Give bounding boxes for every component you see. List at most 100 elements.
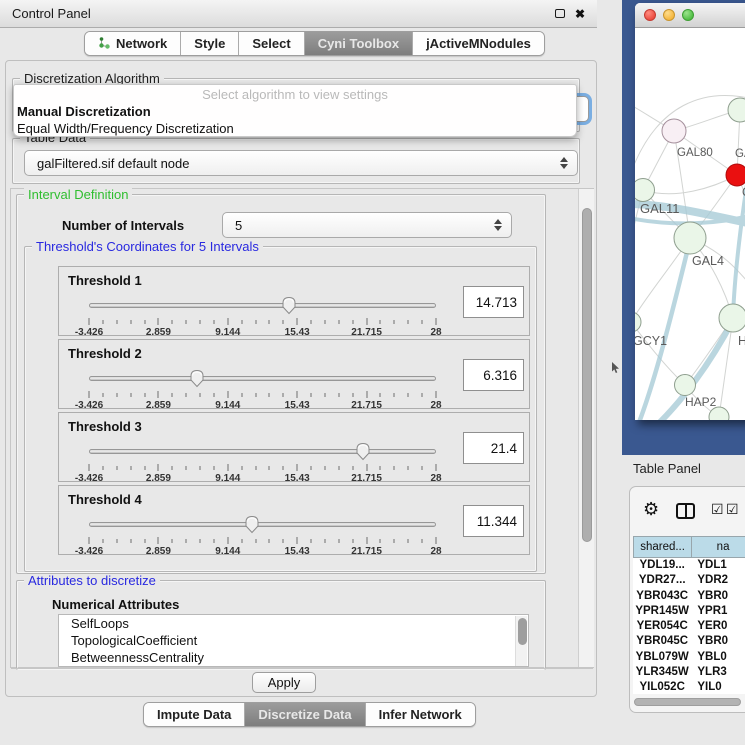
slider-track[interactable] <box>89 522 436 527</box>
table-row[interactable]: YBL079WYBL0 <box>633 650 745 665</box>
scale-label: 9.144 <box>215 473 240 484</box>
slider-ticks <box>89 391 436 399</box>
close-traffic-light-icon[interactable] <box>644 9 656 21</box>
slider-ticks <box>89 464 436 472</box>
thresholds-group-title: Threshold's Coordinates for 5 Intervals <box>32 240 263 254</box>
attribute-item-topologicalcoefficient[interactable]: TopologicalCoefficient <box>59 632 528 649</box>
number-of-intervals-label: Number of Intervals <box>62 218 184 233</box>
tab-style[interactable]: Style <box>181 32 239 55</box>
algorithm-dropdown-popup: Select algorithm to view settings Manual… <box>13 84 577 137</box>
tab-label: Impute Data <box>157 707 231 722</box>
node-selected-red <box>726 164 745 186</box>
dropdown-option-equal-width-frequency[interactable]: Equal Width/Frequency Discretization <box>14 120 576 137</box>
attribute-item-betweennesscentrality[interactable]: BetweennessCentrality <box>59 649 528 666</box>
column-header-name[interactable]: na <box>692 536 745 558</box>
scale-label: 9.144 <box>215 327 240 338</box>
table-row[interactable]: YIL052CYIL0 <box>633 680 745 694</box>
tab-label: Infer Network <box>379 707 462 722</box>
dropdown-option-manual-discretization[interactable]: Manual Discretization <box>14 103 576 120</box>
table-row[interactable]: YLR345WYLR3 <box>633 665 745 680</box>
scale-label: 9.144 <box>215 546 240 557</box>
slider-track[interactable] <box>89 376 436 381</box>
tab-discretize-data[interactable]: Discretize Data <box>245 703 365 726</box>
tab-network[interactable]: Network <box>85 32 181 55</box>
checkbox-icon-1[interactable]: ☑ <box>711 501 724 518</box>
gear-icon[interactable]: ⚙ <box>643 499 659 520</box>
table-row[interactable]: YDR27...YDR2 <box>633 573 745 588</box>
scale-label: 28 <box>430 473 441 484</box>
table-row[interactable]: YDL19...YDL1 <box>633 558 745 573</box>
slider-ticks <box>89 537 436 545</box>
number-of-intervals-combo[interactable]: 5 <box>222 212 512 238</box>
network-canvas[interactable]: GAL80 GA C GAL11 GAL4 GCY1 H HAP2 <box>635 28 745 420</box>
stepper-arrows-icon <box>494 219 502 231</box>
threshold-value-field[interactable]: 6.316 <box>463 359 524 391</box>
tab-impute-data[interactable]: Impute Data <box>144 703 245 726</box>
stepper-arrows-icon <box>560 157 568 169</box>
network-window: GAL80 GA C GAL11 GAL4 GCY1 H HAP2 <box>635 3 745 420</box>
scale-label: 21.715 <box>351 400 382 411</box>
scale-label: 21.715 <box>351 546 382 557</box>
cyni-mode-tabbar: Impute Data Discretize Data Infer Networ… <box>143 702 476 727</box>
checkbox-icon-2[interactable]: ☑ <box>726 501 739 518</box>
tab-select[interactable]: Select <box>239 32 304 55</box>
close-icon[interactable]: ✖ <box>575 8 585 20</box>
cell-shared-name: YPR145W <box>633 604 691 619</box>
numerical-attributes-list[interactable]: SelfLoopsTopologicalCoefficientBetweenne… <box>58 614 529 667</box>
threshold-label: Threshold 1 <box>68 273 142 288</box>
threshold-panel-2: Threshold 2 -3.4262.8599.14415.4321.7152… <box>58 339 530 409</box>
settings-scrollbar-thumb[interactable] <box>582 208 592 542</box>
table-panel-title: Table Panel <box>633 461 701 476</box>
scale-label: 21.715 <box>351 327 382 338</box>
threshold-label: Threshold 4 <box>68 492 142 507</box>
slider-track[interactable] <box>89 449 436 454</box>
threshold-value-field[interactable]: 11.344 <box>463 505 524 537</box>
slider-thumb[interactable] <box>282 296 297 315</box>
slider-thumb[interactable] <box>356 442 371 461</box>
interval-definition-group-title: Interval Definition <box>24 188 132 202</box>
node-hap2 <box>675 375 696 396</box>
cell-shared-name: YBR043C <box>633 589 691 604</box>
zoom-traffic-light-icon[interactable] <box>682 9 694 21</box>
tab-label: Cyni Toolbox <box>318 36 399 51</box>
threshold-value-field[interactable]: 21.4 <box>463 432 524 464</box>
tab-cyni-toolbox[interactable]: Cyni Toolbox <box>305 32 413 55</box>
column-header-shared-name[interactable]: shared... <box>633 536 692 558</box>
scale-label: 28 <box>430 546 441 557</box>
label-gcy1: GCY1 <box>635 334 667 348</box>
slider-scale-labels: -3.4262.8599.14415.4321.71528 <box>89 400 436 410</box>
tab-label: Discretize Data <box>258 707 351 722</box>
columns-icon[interactable] <box>676 503 695 519</box>
scale-label: 2.859 <box>146 546 171 557</box>
slider-thumb[interactable] <box>245 515 260 534</box>
mouse-cursor-icon <box>611 362 620 374</box>
settings-scrollbar[interactable] <box>578 189 594 667</box>
table-row[interactable]: YPR145WYPR1 <box>633 604 745 619</box>
node-gcy1 <box>635 312 641 332</box>
table-row[interactable]: YBR043CYBR0 <box>633 589 745 604</box>
attributes-list-scrollbar[interactable] <box>515 616 527 667</box>
cell-shared-name: YER054C <box>633 619 691 634</box>
threshold-value-field[interactable]: 14.713 <box>463 286 524 318</box>
label-partial-right-top: GA <box>735 148 745 160</box>
scale-label: 28 <box>430 327 441 338</box>
apply-button[interactable]: Apply <box>252 672 316 693</box>
minimize-traffic-light-icon[interactable] <box>663 9 675 21</box>
tab-label: jActiveMNodules <box>426 36 531 51</box>
float-window-icon[interactable] <box>555 9 565 18</box>
scale-label: 28 <box>430 400 441 411</box>
slider-thumb[interactable] <box>189 369 204 388</box>
attribute-item-selfloops[interactable]: SelfLoops <box>59 615 528 632</box>
threshold-panel-1: Threshold 1 -3.4262.8599.14415.4321.7152… <box>58 266 530 336</box>
table-data-combo[interactable]: galFiltered.sif default node <box>24 150 578 176</box>
node-top-right <box>728 98 745 122</box>
tab-infer-network[interactable]: Infer Network <box>366 703 475 726</box>
table-hscrollbar-thumb[interactable] <box>634 698 741 706</box>
tab-jactivemnodules[interactable]: jActiveMNodules <box>413 32 544 55</box>
label-gal4: GAL4 <box>692 254 724 268</box>
slider-track[interactable] <box>89 303 436 308</box>
table-row[interactable]: YBR045CYBR0 <box>633 634 745 649</box>
scale-label: -3.426 <box>75 473 103 484</box>
table-row[interactable]: YER054CYER0 <box>633 619 745 634</box>
cell-name: YIL0 <box>691 680 745 694</box>
